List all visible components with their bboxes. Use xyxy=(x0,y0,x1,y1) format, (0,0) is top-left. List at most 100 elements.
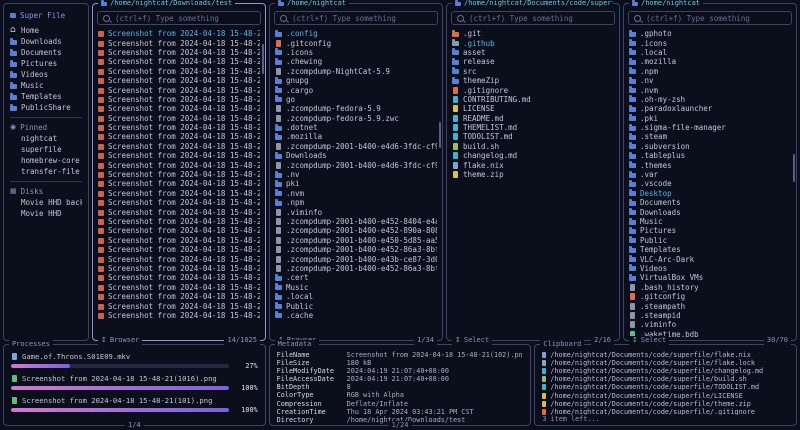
file-row[interactable]: Screenshot from 2024-04-18 15-48-21(1 xyxy=(98,160,260,169)
file-row[interactable]: Screenshot from 2024-04-18 15-48-21(1 xyxy=(98,311,260,320)
file-row[interactable]: flake.nix xyxy=(452,160,614,169)
file-row[interactable]: Screenshot from 2024-04-18 15-48-21(1 xyxy=(98,273,260,282)
file-row[interactable]: .steampath xyxy=(629,301,791,310)
file-row[interactable]: .local xyxy=(629,48,791,57)
file-row[interactable]: .nvm xyxy=(629,85,791,94)
file-row[interactable]: .themes xyxy=(629,160,791,169)
sidebar-pinned-item[interactable]: homebrew-core xyxy=(10,155,82,166)
file-row[interactable]: .cache xyxy=(275,311,437,320)
file-row[interactable]: Screenshot from 2024-04-18 15-48-21(1 xyxy=(98,264,260,273)
file-row[interactable]: .icons xyxy=(275,48,437,57)
file-row[interactable]: Screenshot from 2024-04-18 15-48-21(1 xyxy=(98,226,260,235)
file-row[interactable]: Public xyxy=(629,236,791,245)
file-row[interactable]: Screenshot from 2024-04-18 15-48-21(1 xyxy=(98,95,260,104)
search-bar[interactable]: (ctrl+f) Type something xyxy=(274,11,438,25)
file-row[interactable]: VirtualBox VMs xyxy=(629,273,791,282)
file-row[interactable]: Screenshot from 2024-04-18 15-48-21(1 xyxy=(98,189,260,198)
sidebar-item[interactable]: Home xyxy=(10,25,82,36)
file-row[interactable]: Screenshot from 2024-04-18 15-48-21(1 xyxy=(98,48,260,57)
file-row[interactable]: .gitconfig xyxy=(629,292,791,301)
file-row[interactable]: build.sh xyxy=(452,142,614,151)
file-row[interactable]: .zcompdump-2001-b400-e452-86a3-8bf1-5 xyxy=(275,245,437,254)
sidebar-item[interactable]: Videos xyxy=(10,69,82,80)
file-row[interactable]: .zcompdump-2001-b400-e452-86a3-8bf1-5 xyxy=(275,264,437,273)
file-row[interactable]: Screenshot from 2024-04-18 15-48-21(1 xyxy=(98,114,260,123)
file-row[interactable]: LICENSE xyxy=(452,104,614,113)
file-row[interactable]: Downloads xyxy=(629,207,791,216)
search-bar[interactable]: (ctrl+f) Type something xyxy=(451,11,615,25)
file-row[interactable]: Screenshot from 2024-04-18 15-48-21(1 xyxy=(98,170,260,179)
file-row[interactable]: Screenshot from 2024-04-18 15-48-21(1 xyxy=(98,179,260,188)
file-row[interactable]: .gphoto xyxy=(629,29,791,38)
file-row[interactable]: pki xyxy=(275,179,437,188)
file-row[interactable]: .icons xyxy=(629,38,791,47)
file-row[interactable]: .cert xyxy=(275,273,437,282)
file-row[interactable]: .mozilla xyxy=(275,132,437,141)
file-row[interactable]: .mozilla xyxy=(629,57,791,66)
file-row[interactable]: Videos xyxy=(629,264,791,273)
file-row[interactable]: .viminfo xyxy=(275,207,437,216)
file-row[interactable]: .npm xyxy=(275,198,437,207)
file-row[interactable]: .zcompdump-2001-b400-e4d6-3fdc-cf97-b xyxy=(275,142,437,151)
file-row[interactable]: .vscode xyxy=(629,179,791,188)
sidebar-item[interactable]: Templates xyxy=(10,91,82,102)
file-row[interactable]: .zcompdump-fedora-5.9.zwc xyxy=(275,114,437,123)
file-row[interactable]: theme.zip xyxy=(452,170,614,179)
scrollbar[interactable] xyxy=(262,44,264,74)
process-item[interactable]: Game.of.Throns.S01E09.mkv 27% xyxy=(11,352,258,370)
search-bar[interactable]: (ctrl+f) Type something xyxy=(97,11,261,25)
file-row[interactable]: Downloads xyxy=(275,151,437,160)
file-row[interactable]: .github xyxy=(452,38,614,47)
file-row[interactable]: .cargo xyxy=(275,85,437,94)
file-row[interactable]: Screenshot from 2024-04-18 15-48-21(1 xyxy=(98,132,260,141)
file-row[interactable]: .zcompdump-2001-b400-e452-8404-e4a2-d xyxy=(275,217,437,226)
file-row[interactable]: CONTRIBUTING.md xyxy=(452,95,614,104)
file-row[interactable]: .chewing xyxy=(275,57,437,66)
process-item[interactable]: Screenshot from 2024-04-18 15-48-21(1016… xyxy=(11,374,258,392)
file-row[interactable]: Screenshot from 2024-04-18 15-48-21(1 xyxy=(98,29,260,38)
file-row[interactable]: Screenshot from 2024-04-18 15-48-21(1 xyxy=(98,292,260,301)
sidebar-item[interactable]: Pictures xyxy=(10,58,82,69)
scrollbar[interactable] xyxy=(793,154,795,182)
file-row[interactable]: go xyxy=(275,95,437,104)
file-row[interactable]: .zcompdump-NightCat-5.9 xyxy=(275,67,437,76)
file-row[interactable]: themeZip xyxy=(452,76,614,85)
file-row[interactable]: .oh-my-zsh xyxy=(629,95,791,104)
file-row[interactable]: .zcompdump-2001-b400-e4d6-3fdc-cf97- xyxy=(275,160,437,169)
file-row[interactable]: asset xyxy=(452,48,614,57)
file-row[interactable]: TODOLIST.md xyxy=(452,132,614,141)
file-row[interactable]: Screenshot from 2024-04-18 15-48-21(1 xyxy=(98,57,260,66)
file-row[interactable]: .tableplus xyxy=(629,151,791,160)
file-row[interactable]: .local xyxy=(275,292,437,301)
sidebar-pinned-item[interactable]: transfer-file xyxy=(10,166,82,177)
file-row[interactable]: gnupg xyxy=(275,76,437,85)
file-row[interactable]: Screenshot from 2024-04-18 15-48-21(1 xyxy=(98,283,260,292)
file-row[interactable]: .viminfo xyxy=(629,320,791,329)
file-row[interactable]: .nv xyxy=(629,76,791,85)
file-row[interactable]: Screenshot from 2024-04-18 15-48-21(1 xyxy=(98,38,260,47)
process-item[interactable]: Screenshot from 2024-04-18 15-48-21(101)… xyxy=(11,396,258,414)
file-row[interactable]: Screenshot from 2024-04-18 15-48-21(1 xyxy=(98,151,260,160)
file-row[interactable]: Screenshot from 2024-04-18 15-48-21(1 xyxy=(98,123,260,132)
file-row[interactable]: changelog.md xyxy=(452,151,614,160)
file-row[interactable]: .steampid xyxy=(629,311,791,320)
file-row[interactable]: Templates xyxy=(629,245,791,254)
file-row[interactable]: Documents xyxy=(629,198,791,207)
file-row[interactable]: .paradoxlauncher xyxy=(629,104,791,113)
file-row[interactable]: Screenshot from 2024-04-18 15-48-21(1 xyxy=(98,254,260,263)
file-row[interactable]: Pictures xyxy=(629,226,791,235)
file-row[interactable]: .steam xyxy=(629,132,791,141)
sidebar-pinned-item[interactable]: nightcat xyxy=(10,133,82,144)
search-bar[interactable]: (ctrl+f) Type something xyxy=(628,11,792,25)
sidebar-item[interactable]: Music xyxy=(10,80,82,91)
file-row[interactable]: Desktop xyxy=(629,189,791,198)
file-row[interactable]: .zcompdump-2001-b400-e452-890a-8083-1 xyxy=(275,226,437,235)
file-row[interactable]: Music xyxy=(275,283,437,292)
file-row[interactable]: Screenshot from 2024-04-18 15-48-21(1 xyxy=(98,142,260,151)
file-row[interactable]: Screenshot from 2024-04-18 15-48-21(1 xyxy=(98,198,260,207)
file-row[interactable]: .zcompdump-2001-b400-e43b-ce87-3d07-4 xyxy=(275,254,437,263)
file-row[interactable]: Music xyxy=(629,217,791,226)
file-row[interactable]: Screenshot from 2024-04-18 15-48-21(1 xyxy=(98,217,260,226)
sidebar-item[interactable]: PublicShare xyxy=(10,102,82,113)
file-row[interactable]: .gitconfig xyxy=(275,38,437,47)
